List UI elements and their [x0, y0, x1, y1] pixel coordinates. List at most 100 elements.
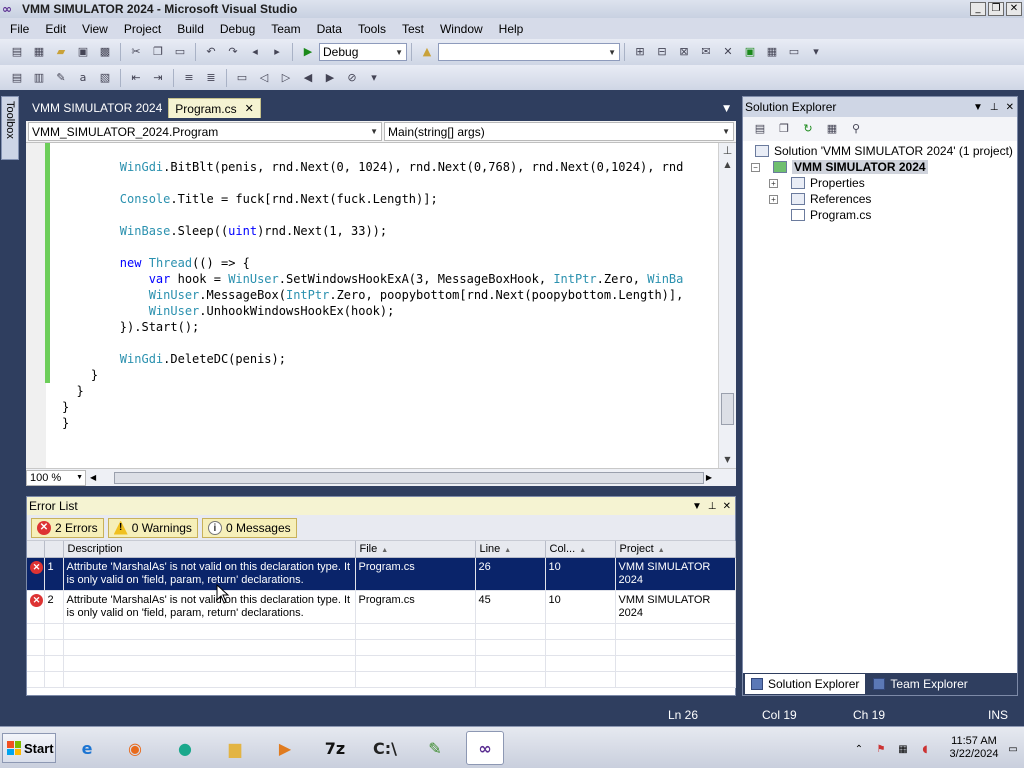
- next-bookmark-icon[interactable]: ▷: [278, 70, 294, 86]
- clock[interactable]: 11:57 AM 3/22/2024: [944, 735, 1004, 761]
- increase-indent-icon[interactable]: ⇥: [150, 70, 166, 86]
- save-icon[interactable]: ▣: [75, 44, 91, 60]
- code-line[interactable]: }).Start();: [62, 319, 718, 335]
- collapse-icon[interactable]: −: [751, 163, 760, 172]
- table-row[interactable]: ✕ 1 Attribute 'MarshalAs' is not valid o…: [27, 557, 736, 591]
- scrollbar-thumb[interactable]: [721, 393, 734, 425]
- tab-project-properties[interactable]: VMM SIMULATOR 2024: [26, 98, 168, 118]
- column-header-number[interactable]: [44, 541, 64, 558]
- complete-word-icon[interactable]: ✎: [53, 70, 69, 86]
- menu-test[interactable]: Test: [394, 22, 432, 36]
- object-browser-icon[interactable]: ⊠: [676, 44, 692, 60]
- extension-manager-icon[interactable]: ▦: [764, 44, 780, 60]
- wrench-icon[interactable]: ✕: [720, 44, 736, 60]
- project-node[interactable]: VMM SIMULATOR 2024: [773, 159, 928, 175]
- view-code-icon[interactable]: ▦: [824, 121, 840, 137]
- member-navigation-combo[interactable]: Main(string[] args) ▼: [384, 122, 734, 141]
- code-line[interactable]: WinUser.MessageBox(IntPtr.Zero, poopybot…: [62, 287, 718, 303]
- show-desktop-icon[interactable]: ▭: [1006, 743, 1020, 757]
- tab-program-cs[interactable]: Program.cs ✕: [168, 98, 261, 118]
- menu-file[interactable]: File: [2, 22, 37, 36]
- code-line[interactable]: [62, 207, 718, 223]
- code-line[interactable]: var hook = WinUser.SetWindowsHookExA(3, …: [62, 271, 718, 287]
- solution-config-select[interactable]: Debug ▼: [319, 43, 407, 61]
- column-header-file[interactable]: File ▲: [355, 541, 476, 558]
- errors-filter-button[interactable]: ✕ 2 Errors: [31, 517, 104, 538]
- tab-team-explorer[interactable]: Team Explorer: [867, 674, 973, 694]
- word-completion-icon[interactable]: a: [75, 70, 91, 86]
- previous-bookmark-in-folder-icon[interactable]: ◀: [300, 70, 316, 86]
- start-debugging-icon[interactable]: ▶: [300, 44, 316, 60]
- command-prompt-icon[interactable]: C:\: [366, 731, 404, 765]
- vertical-scrollbar[interactable]: ⊥ ▲ ▼: [718, 143, 736, 468]
- redo-icon[interactable]: ↷: [225, 44, 241, 60]
- new-project-icon[interactable]: ▤: [9, 44, 25, 60]
- menu-view[interactable]: View: [74, 22, 116, 36]
- code-line[interactable]: }: [62, 383, 718, 399]
- menu-edit[interactable]: Edit: [37, 22, 74, 36]
- code-line[interactable]: }: [62, 367, 718, 383]
- internet-explorer-icon[interactable]: e: [68, 731, 106, 765]
- clear-bookmarks-icon[interactable]: ⊘: [344, 70, 360, 86]
- 7zip-icon[interactable]: 7z: [316, 731, 354, 765]
- references-node[interactable]: References: [791, 191, 871, 207]
- previous-bookmark-icon[interactable]: ◁: [256, 70, 272, 86]
- code-line[interactable]: WinGdi.BitBlt(penis, rnd.Next(0, 1024), …: [62, 159, 718, 175]
- volume-icon[interactable]: ◖: [918, 743, 932, 757]
- copy-icon[interactable]: ❐: [150, 44, 166, 60]
- editor-app-icon[interactable]: ✎: [416, 731, 454, 765]
- class-diagram-icon[interactable]: ⚲: [848, 121, 864, 137]
- code-line[interactable]: [62, 143, 718, 159]
- code-text[interactable]: WinGdi.BitBlt(penis, rnd.Next(0, 1024), …: [62, 143, 718, 468]
- properties-window-icon[interactable]: ⊟: [654, 44, 670, 60]
- toolbox-tab[interactable]: Toolbox: [1, 96, 19, 160]
- window-position-icon[interactable]: ▼: [973, 102, 983, 113]
- code-line[interactable]: new Thread(() => {: [62, 255, 718, 271]
- code-line[interactable]: }: [62, 415, 718, 431]
- navigate-backward-icon[interactable]: ◂: [247, 44, 263, 60]
- action-center-icon[interactable]: ⚑: [874, 743, 888, 757]
- paste-icon[interactable]: ▭: [172, 44, 188, 60]
- network-icon[interactable]: ▦: [896, 743, 910, 757]
- toolbox-icon[interactable]: ✉: [698, 44, 714, 60]
- pin-icon[interactable]: ⊥: [708, 501, 717, 512]
- find-in-files-icon[interactable]: ▲: [419, 44, 435, 60]
- window-position-icon[interactable]: ▼: [692, 501, 702, 512]
- expand-icon[interactable]: +: [769, 179, 778, 188]
- column-header-project[interactable]: Project ▲: [615, 541, 736, 558]
- restore-button[interactable]: ❐: [988, 2, 1004, 16]
- start-page-icon[interactable]: ▣: [742, 44, 758, 60]
- expand-icon[interactable]: +: [769, 195, 778, 204]
- column-header-column[interactable]: Col... ▲: [545, 541, 616, 558]
- quick-info-icon[interactable]: ▧: [97, 70, 113, 86]
- refresh-icon[interactable]: ↻: [800, 121, 816, 137]
- solution-explorer-icon[interactable]: ⊞: [632, 44, 648, 60]
- display-quick-info-icon[interactable]: ▤: [9, 70, 25, 86]
- menu-debug[interactable]: Debug: [212, 22, 263, 36]
- find-combo[interactable]: ▼: [438, 43, 620, 61]
- code-editor[interactable]: WinGdi.BitBlt(penis, rnd.Next(0, 1024), …: [26, 143, 736, 468]
- column-header-description[interactable]: Description: [63, 541, 356, 558]
- code-line[interactable]: [62, 175, 718, 191]
- scroll-down-icon[interactable]: ▼: [719, 452, 736, 468]
- show-all-files-icon[interactable]: ❐: [776, 121, 792, 137]
- column-header-icon[interactable]: [27, 541, 45, 558]
- properties-node[interactable]: Properties: [791, 175, 865, 191]
- code-line[interactable]: [62, 239, 718, 255]
- properties-icon[interactable]: ▤: [752, 121, 768, 137]
- pin-icon[interactable]: ⊥: [990, 102, 999, 113]
- column-header-line[interactable]: Line ▲: [475, 541, 546, 558]
- code-line[interactable]: [62, 335, 718, 351]
- menu-window[interactable]: Window: [432, 22, 491, 36]
- toggle-bookmark-icon[interactable]: ▭: [234, 70, 250, 86]
- cut-icon[interactable]: ✂: [128, 44, 144, 60]
- scrollbar-thumb[interactable]: [114, 471, 705, 484]
- solution-node[interactable]: Solution 'VMM SIMULATOR 2024' (1 project…: [755, 143, 1013, 159]
- start-button[interactable]: Start: [2, 733, 56, 763]
- tab-solution-explorer[interactable]: Solution Explorer: [745, 674, 866, 694]
- zoom-combo[interactable]: 100 % ▼: [26, 469, 86, 486]
- next-bookmark-in-folder-icon[interactable]: ▶: [322, 70, 338, 86]
- firefox-icon[interactable]: ◉: [116, 731, 154, 765]
- toolbar-options-icon[interactable]: ▾: [808, 44, 824, 60]
- menu-build[interactable]: Build: [169, 22, 212, 36]
